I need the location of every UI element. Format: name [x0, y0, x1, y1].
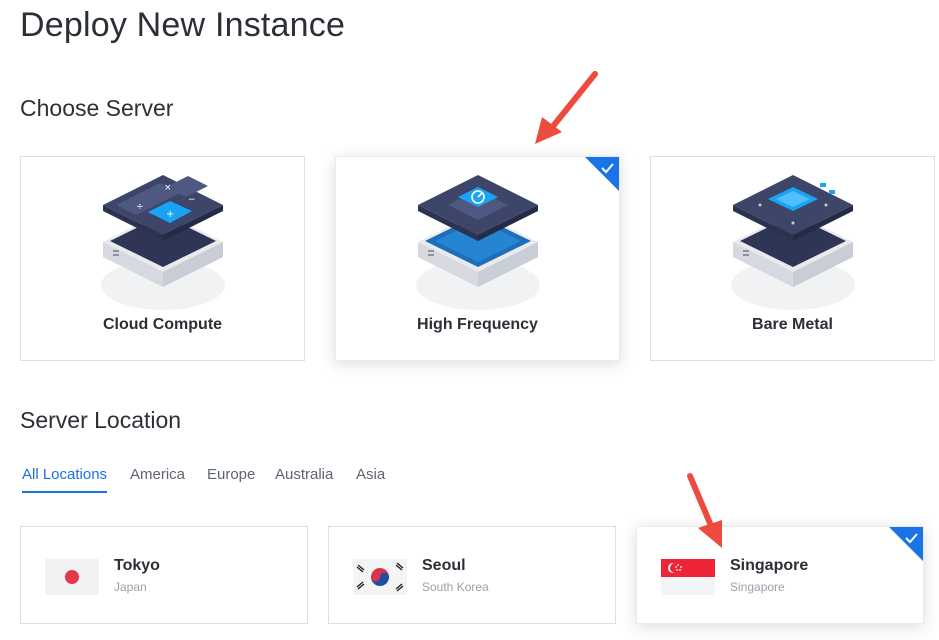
svg-text:+: +	[166, 209, 174, 220]
deploy-page: Deploy New Instance Choose Server × ÷ − …	[0, 0, 939, 640]
tab-europe[interactable]: Europe	[207, 466, 255, 491]
server-location-heading: Server Location	[20, 407, 182, 433]
location-card-singapore[interactable]: Singapore Singapore	[636, 526, 924, 624]
server-card-label: Cloud Compute	[102, 316, 223, 333]
location-country: Japan	[114, 580, 147, 594]
location-city: Seoul	[422, 557, 466, 574]
svg-text:÷: ÷	[136, 202, 144, 212]
svg-text:×: ×	[164, 183, 172, 193]
choose-server-heading: Choose Server	[20, 95, 174, 121]
tab-asia[interactable]: Asia	[356, 466, 385, 491]
server-card-label: High Frequency	[417, 316, 538, 333]
location-country: Singapore	[730, 580, 785, 594]
annotation-arrow-icon	[535, 71, 598, 144]
tab-all-locations[interactable]: All Locations	[22, 466, 108, 493]
server-card-label: Bare Metal	[752, 316, 833, 333]
japan-flag-icon	[45, 559, 99, 595]
location-card-seoul[interactable]: Seoul South Korea	[328, 526, 616, 624]
selected-check-icon	[889, 527, 923, 561]
south-korea-flag-icon	[353, 559, 407, 595]
tab-australia[interactable]: Australia	[275, 466, 333, 491]
tab-america[interactable]: America	[130, 466, 185, 491]
location-country: South Korea	[422, 580, 489, 594]
singapore-flag-icon	[661, 559, 715, 595]
svg-text:−: −	[188, 195, 196, 205]
speed-chip-server-icon	[415, 175, 540, 310]
page-title: Deploy New Instance	[20, 6, 346, 44]
server-card-cloud-compute[interactable]: × ÷ − + Cloud Compute	[20, 156, 305, 361]
location-city: Singapore	[730, 557, 809, 574]
server-card-high-frequency[interactable]: High Frequency	[335, 156, 620, 361]
location-card-tokyo[interactable]: Tokyo Japan	[20, 526, 308, 624]
server-card-bare-metal[interactable]: Bare Metal	[650, 156, 935, 361]
circuit-board-server-icon	[730, 175, 855, 310]
calculator-server-icon: × ÷ − +	[100, 175, 225, 310]
location-city: Tokyo	[114, 557, 160, 574]
selected-check-icon	[585, 157, 619, 191]
